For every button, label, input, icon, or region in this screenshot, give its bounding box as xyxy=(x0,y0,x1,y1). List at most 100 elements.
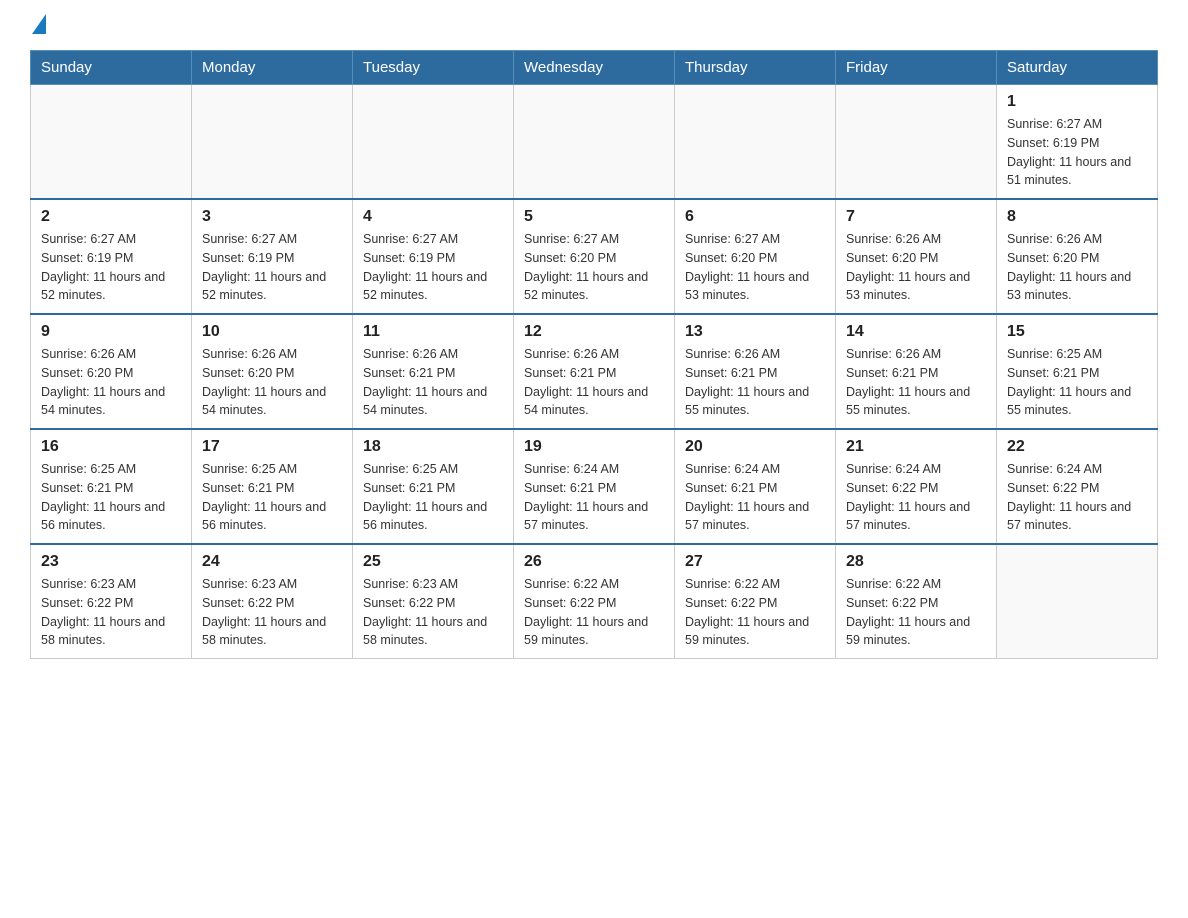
day-number: 1 xyxy=(1007,93,1147,111)
day-number: 26 xyxy=(524,553,664,571)
day-info: Sunrise: 6:25 AM Sunset: 6:21 PM Dayligh… xyxy=(363,460,503,535)
day-number: 15 xyxy=(1007,323,1147,341)
calendar-cell: 1 Sunrise: 6:27 AM Sunset: 6:19 PM Daylig… xyxy=(997,85,1158,200)
day-number: 9 xyxy=(41,323,181,341)
day-info: Sunrise: 6:24 AM Sunset: 6:22 PM Dayligh… xyxy=(1007,460,1147,535)
calendar-cell: 19 Sunrise: 6:24 AM Sunset: 6:21 PM Dayli… xyxy=(514,429,675,544)
day-number: 8 xyxy=(1007,208,1147,226)
calendar-cell: 6Sunrise: 6:27 AM Sunset: 6:20 PM Daylig… xyxy=(675,199,836,314)
day-number: 22 xyxy=(1007,438,1147,456)
calendar-cell xyxy=(353,85,514,200)
day-info: Sunrise: 6:25 AM Sunset: 6:21 PM Dayligh… xyxy=(1007,345,1147,420)
calendar-cell: 9 Sunrise: 6:26 AM Sunset: 6:20 PM Daylig… xyxy=(31,314,192,429)
calendar-cell: 25 Sunrise: 6:23 AM Sunset: 6:22 PM Dayli… xyxy=(353,544,514,659)
calendar-cell: 20 Sunrise: 6:24 AM Sunset: 6:21 PM Dayli… xyxy=(675,429,836,544)
day-info: Sunrise: 6:23 AM Sunset: 6:22 PM Dayligh… xyxy=(202,575,342,650)
day-number: 14 xyxy=(846,323,986,341)
day-number: 3 xyxy=(202,208,342,226)
day-number: 21 xyxy=(846,438,986,456)
day-number: 10 xyxy=(202,323,342,341)
calendar-cell: 28 Sunrise: 6:22 AM Sunset: 6:22 PM Dayli… xyxy=(836,544,997,659)
day-of-week-header: Tuesday xyxy=(353,51,514,85)
day-number: 17 xyxy=(202,438,342,456)
calendar-cell: 8 Sunrise: 6:26 AM Sunset: 6:20 PM Daylig… xyxy=(997,199,1158,314)
calendar-cell: 4 Sunrise: 6:27 AM Sunset: 6:19 PM Daylig… xyxy=(353,199,514,314)
calendar-cell: 5Sunrise: 6:27 AM Sunset: 6:20 PM Daylig… xyxy=(514,199,675,314)
day-info: Sunrise: 6:27 AM Sunset: 6:19 PM Dayligh… xyxy=(202,230,342,305)
day-number: 28 xyxy=(846,553,986,571)
page-header xyxy=(30,20,1158,34)
calendar-cell: 7 Sunrise: 6:26 AM Sunset: 6:20 PM Daylig… xyxy=(836,199,997,314)
day-info: Sunrise: 6:24 AM Sunset: 6:22 PM Dayligh… xyxy=(846,460,986,535)
day-number: 13 xyxy=(685,323,825,341)
calendar-cell: 21 Sunrise: 6:24 AM Sunset: 6:22 PM Dayli… xyxy=(836,429,997,544)
calendar-cell xyxy=(675,85,836,200)
calendar-cell: 23Sunrise: 6:23 AM Sunset: 6:22 PM Dayli… xyxy=(31,544,192,659)
calendar-cell xyxy=(836,85,997,200)
calendar-cell: 3 Sunrise: 6:27 AM Sunset: 6:19 PM Daylig… xyxy=(192,199,353,314)
day-number: 7 xyxy=(846,208,986,226)
calendar-cell: 13Sunrise: 6:26 AM Sunset: 6:21 PM Dayli… xyxy=(675,314,836,429)
calendar-cell: 27 Sunrise: 6:22 AM Sunset: 6:22 PM Dayli… xyxy=(675,544,836,659)
day-info: Sunrise: 6:27 AM Sunset: 6:19 PM Dayligh… xyxy=(363,230,503,305)
day-info: Sunrise: 6:25 AM Sunset: 6:21 PM Dayligh… xyxy=(41,460,181,535)
calendar-cell: 10 Sunrise: 6:26 AM Sunset: 6:20 PM Dayli… xyxy=(192,314,353,429)
day-info: Sunrise: 6:24 AM Sunset: 6:21 PM Dayligh… xyxy=(524,460,664,535)
calendar-cell: 11 Sunrise: 6:26 AM Sunset: 6:21 PM Dayli… xyxy=(353,314,514,429)
day-of-week-header: Thursday xyxy=(675,51,836,85)
day-info: Sunrise: 6:27 AM Sunset: 6:20 PM Dayligh… xyxy=(524,230,664,305)
day-info: Sunrise: 6:27 AM Sunset: 6:20 PM Dayligh… xyxy=(685,230,825,305)
day-number: 24 xyxy=(202,553,342,571)
day-of-week-header: Friday xyxy=(836,51,997,85)
day-info: Sunrise: 6:25 AM Sunset: 6:21 PM Dayligh… xyxy=(202,460,342,535)
day-number: 11 xyxy=(363,323,503,341)
day-number: 25 xyxy=(363,553,503,571)
day-info: Sunrise: 6:26 AM Sunset: 6:20 PM Dayligh… xyxy=(202,345,342,420)
day-number: 19 xyxy=(524,438,664,456)
calendar-cell: 16 Sunrise: 6:25 AM Sunset: 6:21 PM Dayli… xyxy=(31,429,192,544)
day-info: Sunrise: 6:26 AM Sunset: 6:20 PM Dayligh… xyxy=(846,230,986,305)
calendar-cell: 26Sunrise: 6:22 AM Sunset: 6:22 PM Dayli… xyxy=(514,544,675,659)
day-number: 23 xyxy=(41,553,181,571)
logo-triangle-icon xyxy=(32,14,46,34)
day-number: 12 xyxy=(524,323,664,341)
calendar-cell: 14 Sunrise: 6:26 AM Sunset: 6:21 PM Dayli… xyxy=(836,314,997,429)
calendar-header-row: SundayMondayTuesdayWednesdayThursdayFrid… xyxy=(31,51,1158,85)
day-number: 18 xyxy=(363,438,503,456)
day-of-week-header: Saturday xyxy=(997,51,1158,85)
day-info: Sunrise: 6:26 AM Sunset: 6:21 PM Dayligh… xyxy=(363,345,503,420)
day-number: 4 xyxy=(363,208,503,226)
day-info: Sunrise: 6:22 AM Sunset: 6:22 PM Dayligh… xyxy=(685,575,825,650)
logo xyxy=(30,20,46,34)
day-of-week-header: Wednesday xyxy=(514,51,675,85)
calendar-table: SundayMondayTuesdayWednesdayThursdayFrid… xyxy=(30,50,1158,659)
day-info: Sunrise: 6:27 AM Sunset: 6:19 PM Dayligh… xyxy=(1007,115,1147,190)
day-info: Sunrise: 6:26 AM Sunset: 6:21 PM Dayligh… xyxy=(524,345,664,420)
day-number: 20 xyxy=(685,438,825,456)
day-number: 27 xyxy=(685,553,825,571)
calendar-week-row: 1 Sunrise: 6:27 AM Sunset: 6:19 PM Daylig… xyxy=(31,85,1158,200)
day-info: Sunrise: 6:24 AM Sunset: 6:21 PM Dayligh… xyxy=(685,460,825,535)
day-of-week-header: Monday xyxy=(192,51,353,85)
calendar-cell: 24 Sunrise: 6:23 AM Sunset: 6:22 PM Dayli… xyxy=(192,544,353,659)
calendar-cell xyxy=(997,544,1158,659)
day-number: 16 xyxy=(41,438,181,456)
day-info: Sunrise: 6:27 AM Sunset: 6:19 PM Dayligh… xyxy=(41,230,181,305)
calendar-cell xyxy=(192,85,353,200)
calendar-week-row: 16 Sunrise: 6:25 AM Sunset: 6:21 PM Dayli… xyxy=(31,429,1158,544)
calendar-cell: 2 Sunrise: 6:27 AM Sunset: 6:19 PM Daylig… xyxy=(31,199,192,314)
calendar-week-row: 9 Sunrise: 6:26 AM Sunset: 6:20 PM Daylig… xyxy=(31,314,1158,429)
day-info: Sunrise: 6:22 AM Sunset: 6:22 PM Dayligh… xyxy=(846,575,986,650)
calendar-cell: 18 Sunrise: 6:25 AM Sunset: 6:21 PM Dayli… xyxy=(353,429,514,544)
day-info: Sunrise: 6:26 AM Sunset: 6:20 PM Dayligh… xyxy=(41,345,181,420)
day-info: Sunrise: 6:23 AM Sunset: 6:22 PM Dayligh… xyxy=(363,575,503,650)
calendar-cell: 12 Sunrise: 6:26 AM Sunset: 6:21 PM Dayli… xyxy=(514,314,675,429)
calendar-cell xyxy=(31,85,192,200)
calendar-week-row: 23 Sunrise: 6:23 AM Sunset: 6:22 PM Dayli… xyxy=(31,544,1158,659)
calendar-week-row: 2 Sunrise: 6:27 AM Sunset: 6:19 PM Daylig… xyxy=(31,199,1158,314)
day-info: Sunrise: 6:26 AM Sunset: 6:20 PM Dayligh… xyxy=(1007,230,1147,305)
day-of-week-header: Sunday xyxy=(31,51,192,85)
day-info: Sunrise: 6:26 AM Sunset: 6:21 PM Dayligh… xyxy=(846,345,986,420)
day-number: 2 xyxy=(41,208,181,226)
calendar-cell xyxy=(514,85,675,200)
